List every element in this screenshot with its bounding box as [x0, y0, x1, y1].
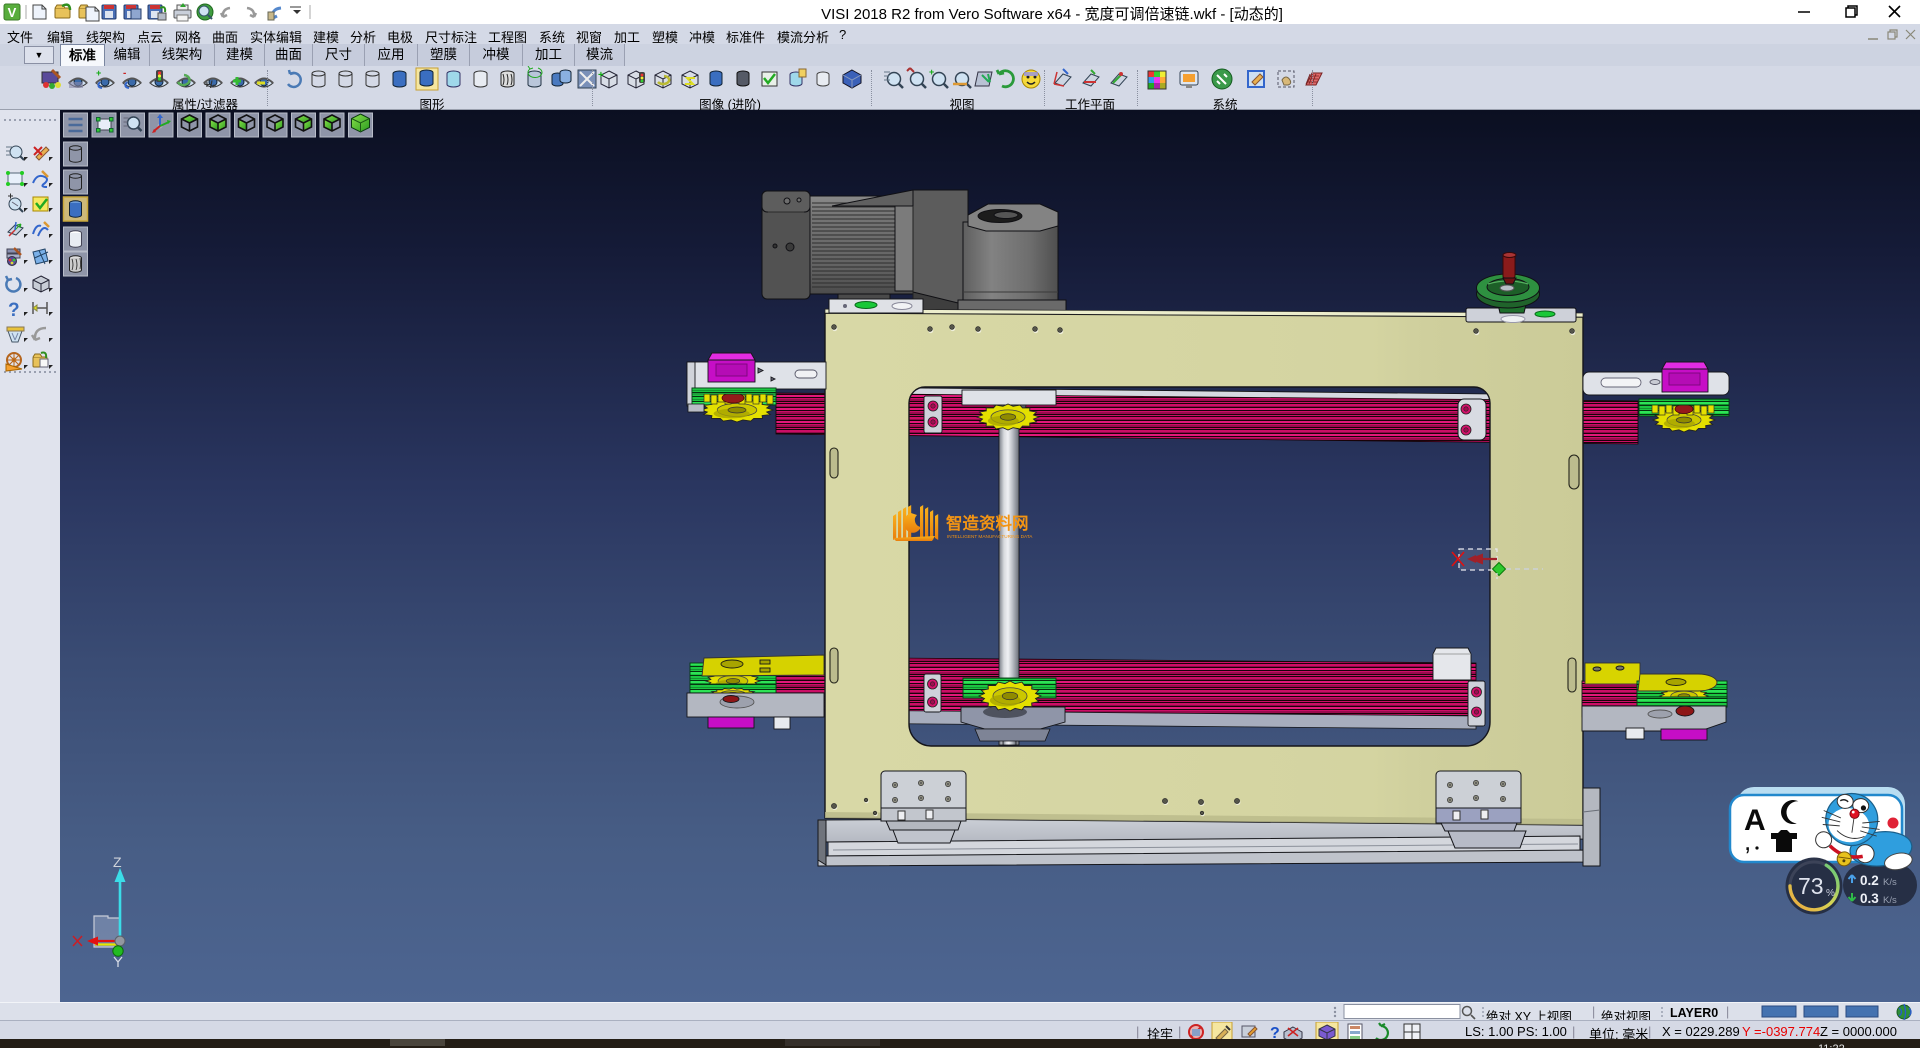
svg-text:+: + — [929, 67, 934, 77]
svg-text:-: - — [123, 68, 126, 79]
svg-text:0.2: 0.2 — [1860, 873, 1879, 888]
svg-text:K/s: K/s — [1883, 877, 1897, 888]
svg-text:+/-: +/- — [204, 80, 216, 91]
svg-text:73: 73 — [1798, 873, 1824, 899]
svg-text:INTELLIGENT MANUFACTURING DATA: INTELLIGENT MANUFACTURING DATA — [947, 534, 1033, 539]
svg-text:+: + — [598, 70, 604, 81]
svg-text:0.3: 0.3 — [1860, 891, 1879, 906]
svg-text:%: % — [1826, 888, 1835, 899]
svg-text:+: + — [96, 68, 101, 78]
svg-text:?: ? — [8, 300, 20, 321]
svg-text:,: , — [1744, 826, 1751, 856]
svg-text:Z: Z — [113, 854, 122, 870]
svg-text:K/s: K/s — [1883, 895, 1897, 906]
svg-text:V: V — [8, 5, 17, 20]
svg-text:智造资料网: 智造资料网 — [946, 513, 1029, 533]
